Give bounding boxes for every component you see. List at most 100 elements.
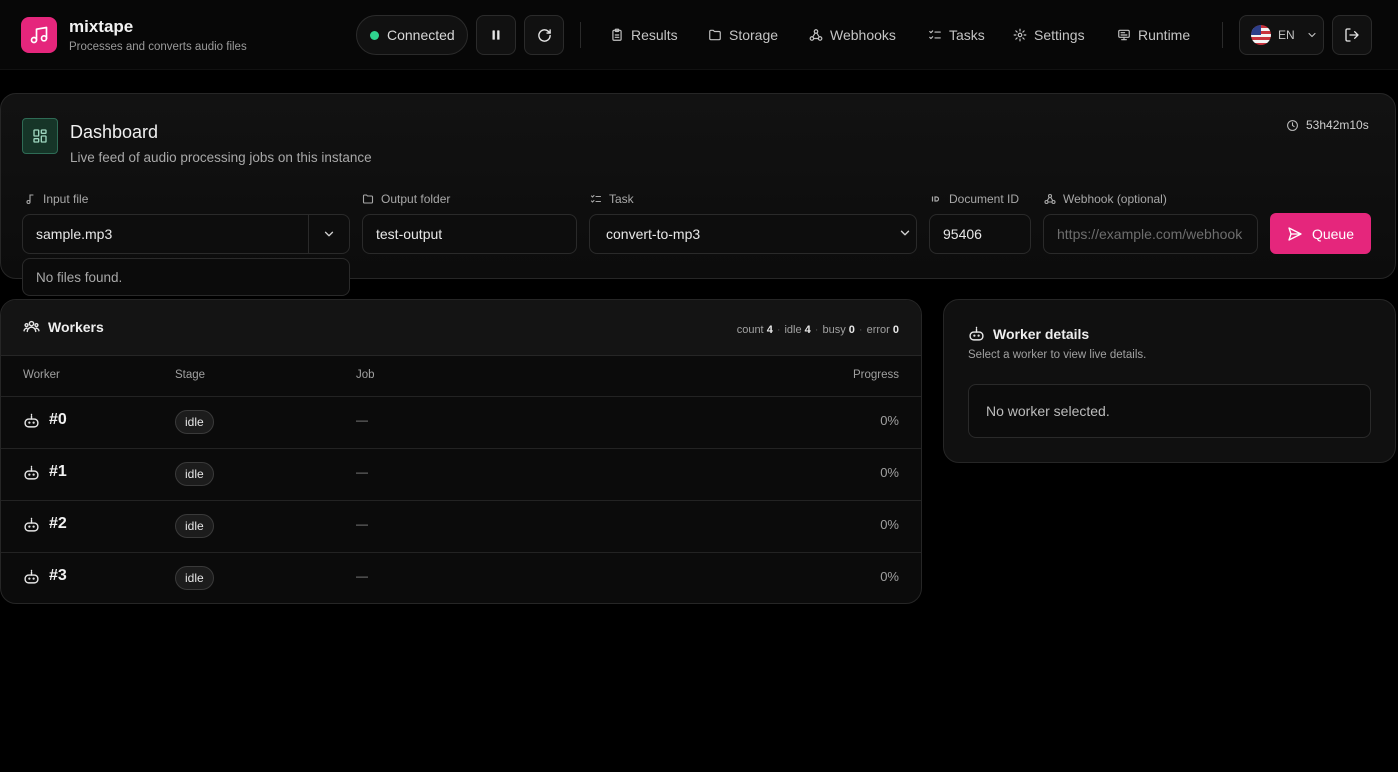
stage-badge: idle [175,462,214,486]
worker-details-card: Worker details Select a worker to view l… [943,299,1396,463]
worker-details-empty: No worker selected. [968,384,1371,438]
pause-button[interactable] [476,15,516,55]
robot-icon [24,517,39,532]
nav-webhooks-label: Webhooks [830,27,896,43]
job-value: — [356,517,368,531]
divider [580,22,581,48]
progress-value: 0% [880,517,899,532]
worker-details-empty-text: No worker selected. [986,403,1110,419]
nav-results[interactable]: Results [610,24,678,46]
nav-runtime-label: Runtime [1138,27,1191,43]
chevron-down-icon [900,230,910,236]
language-label: EN [1278,28,1295,42]
id-icon [931,196,940,202]
webhook-placeholder: https://example.com/webhook [1057,226,1243,242]
refresh-icon [537,28,551,42]
worker-details-title: Worker details [968,325,1089,342]
input-file-label: Input file [24,192,88,206]
dashboard-icon [22,118,58,154]
robot-icon [969,326,984,341]
input-file-value: sample.mp3 [36,226,113,242]
app-name: mixtape [69,17,134,36]
music-note-icon [26,194,34,205]
progress-value: 0% [880,413,899,428]
nav-storage[interactable]: Storage [708,24,778,46]
nav-tasks-label: Tasks [949,27,985,43]
output-folder-label-text: Output folder [381,192,451,206]
worker-name: #0 [23,411,67,429]
column-stage: Stage [175,369,206,381]
file-dropdown-message: No files found. [36,269,123,285]
column-job: Job [356,369,375,381]
progress-value: 0% [880,465,899,480]
nav-runtime[interactable]: Runtime [1117,24,1190,46]
document-id-value: 95406 [943,226,982,242]
robot-icon [24,413,39,428]
gear-icon [1013,28,1027,42]
folder-icon [709,29,721,41]
stage-badge: idle [175,410,214,434]
stage-badge: idle [175,514,214,538]
logout-icon [1345,28,1359,42]
workers-card: Workers count 4 · idle 4 · busy 0 · erro… [0,299,922,604]
nav-results-label: Results [631,27,678,43]
document-id-input[interactable]: 95406 [929,214,1031,254]
webhook-icon [809,29,823,41]
document-id-label-text: Document ID [949,192,1020,206]
chevron-down-icon [324,231,334,237]
task-select-value: convert-to-mp3 [606,226,701,242]
webhook-icon [1044,193,1056,205]
input-file-toggle[interactable] [309,214,349,254]
job-value: — [356,569,368,583]
webhook-label-text: Webhook (optional) [1063,192,1167,206]
webhook-input[interactable]: https://example.com/webhook [1043,214,1258,254]
logout-button[interactable] [1332,15,1372,55]
nav-webhooks[interactable]: Webhooks [809,24,896,46]
robot-icon [24,465,39,480]
nav-tasks[interactable]: Tasks [928,24,985,46]
nav-settings[interactable]: Settings [1013,24,1085,46]
output-folder-input[interactable]: test-output [362,214,577,254]
input-file-combobox[interactable]: sample.mp3 [22,214,350,254]
workers-header: Workers count 4 · idle 4 · busy 0 · erro… [1,300,921,356]
nav-storage-label: Storage [729,27,779,43]
monitor-icon [1118,29,1130,41]
table-row[interactable]: #2 idle — 0% [1,500,921,552]
connection-status[interactable]: Connected [356,15,468,55]
input-file-label-text: Input file [43,192,89,206]
page-title: Dashboard [70,122,159,142]
table-row[interactable]: #0 idle — 0% [1,396,921,448]
table-row[interactable]: #1 idle — 0% [1,448,921,500]
clipboard-icon [612,28,622,41]
column-progress: Progress [852,369,899,381]
music-note-icon[interactable] [21,17,57,53]
language-select[interactable]: EN [1239,15,1324,55]
pause-icon [492,30,500,40]
robot-icon [24,569,39,584]
refresh-button[interactable] [524,15,564,55]
uptime: 53h42m10s [1286,118,1369,132]
job-value: — [356,413,368,427]
file-dropdown: No files found. [22,258,350,296]
worker-name: #2 [23,515,67,533]
divider [1222,22,1223,48]
task-select[interactable]: convert-to-mp3 [589,214,917,254]
worker-details-subtitle: Select a worker to view live details. [968,349,1147,361]
queue-button[interactable]: Queue [1270,213,1371,254]
task-label-text: Task [609,192,634,206]
stat-error: error 0 [866,324,899,336]
table-row[interactable]: #3 idle — 0% [1,552,921,603]
us-flag-icon [1251,25,1271,45]
column-worker: Worker [23,369,60,381]
queue-button-label: Queue [1311,225,1355,242]
workers-title: Workers [23,318,104,335]
list-checks-icon [929,30,941,40]
chevron-down-icon [1308,32,1316,38]
top-bar: mixtape Processes and converts audio fil… [0,0,1398,70]
webhook-label: Webhook (optional) [1044,192,1167,206]
output-folder-label: Output folder [362,192,450,206]
worker-name: #1 [23,463,67,481]
stat-busy: busy 0 [822,324,855,336]
job-value: — [356,465,368,479]
clock-icon [1287,119,1298,131]
